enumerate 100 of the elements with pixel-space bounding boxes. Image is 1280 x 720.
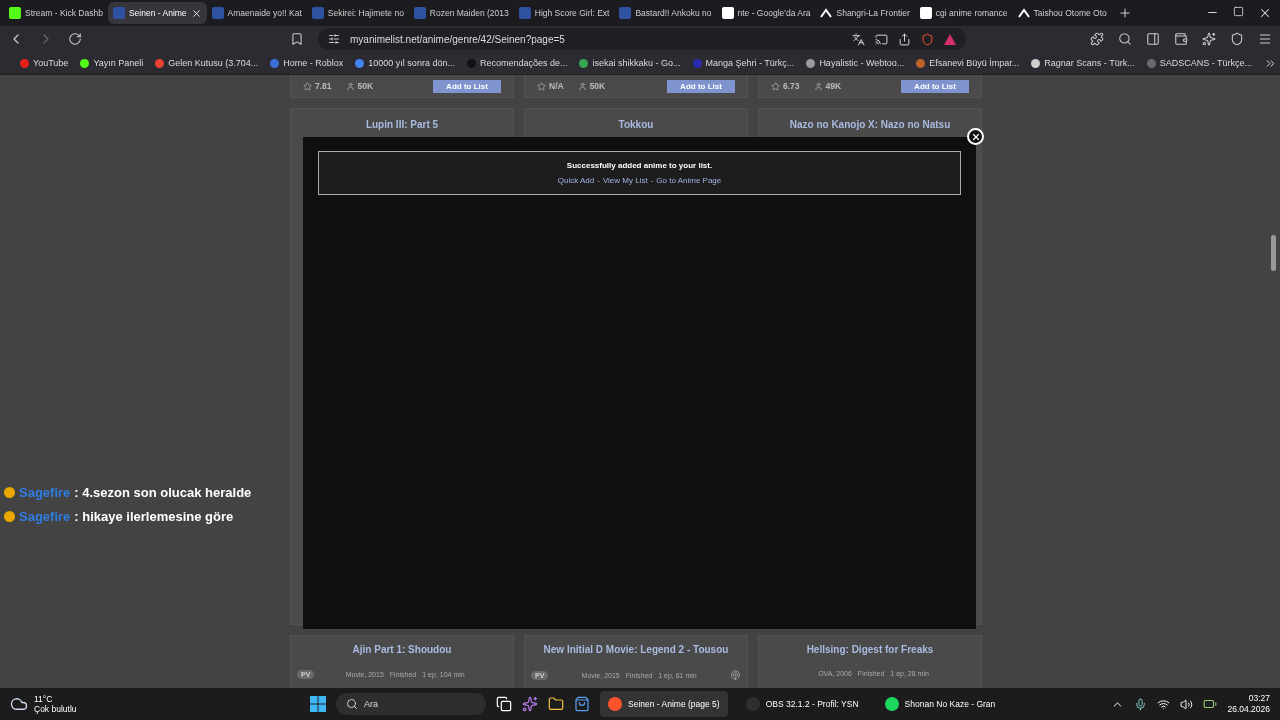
bookmark[interactable]: SADSCANS - Türkçe... (1146, 58, 1253, 68)
separator: - (650, 176, 654, 185)
modal-link[interactable]: Go to Anime Page (656, 176, 722, 185)
taskbar-app[interactable]: Seinen - Anime (page 5) (600, 691, 728, 717)
modal-link[interactable]: Quick Add (557, 176, 595, 185)
close-icon (970, 131, 981, 142)
browser-tab[interactable]: Stream - Kick Dashb (4, 2, 108, 24)
task-view-icon[interactable] (496, 696, 512, 712)
members: 50K (345, 81, 374, 91)
taskbar-app[interactable]: OBS 32.1.2 - Profil: YSN (737, 691, 867, 717)
chat-message: Sagefire : hikaye ilerlemesine göre (4, 509, 290, 524)
copilot-icon[interactable] (522, 696, 538, 712)
separator: - (597, 176, 600, 185)
app-icon (608, 697, 622, 711)
sparkles-icon[interactable] (1202, 32, 1216, 46)
weather-text: Çok bulutlu (34, 704, 77, 715)
translate-icon[interactable] (852, 32, 865, 46)
close-icon[interactable] (190, 7, 202, 19)
cast-icon[interactable] (875, 32, 888, 46)
scrollbar-thumb[interactable] (1271, 235, 1276, 271)
browser-tab[interactable]: Bastard!! Ankoku no (614, 2, 717, 24)
bookmark[interactable]: Yayın Paneli (80, 58, 144, 68)
star-icon (771, 81, 780, 91)
close-icon[interactable] (1258, 6, 1272, 20)
bookmark[interactable]: YouTube (20, 58, 69, 68)
bookmark[interactable]: Home - Roblox (270, 58, 344, 68)
site-icon (1017, 7, 1030, 19)
bookmark[interactable]: Recomendações de... (466, 58, 568, 68)
store-icon[interactable] (574, 696, 590, 712)
bookmark[interactable]: Ragnar Scans - Türk... (1031, 58, 1135, 68)
browser-tab[interactable]: Amaenaide yo!! Kat (206, 2, 307, 24)
site-icon (619, 7, 632, 19)
site-icon (721, 7, 734, 19)
bookmark[interactable]: Efsanevi Büyü İmpar... (916, 58, 1020, 68)
broadcast-icon (730, 670, 741, 681)
bookmark[interactable]: Manga Şehri - Türkç... (692, 58, 795, 68)
extensions-icon[interactable] (1090, 32, 1104, 46)
battery-icon[interactable] (1203, 697, 1218, 711)
maximize-icon[interactable] (1233, 6, 1244, 17)
members: 50K (577, 81, 606, 91)
browser-tab[interactable]: nte - Google'da Ara (716, 2, 816, 24)
site-icon (518, 7, 531, 19)
shield-icon[interactable] (1230, 32, 1244, 46)
browser-tab[interactable]: High Score Girl: Ext (513, 2, 615, 24)
bookmark-icon[interactable] (290, 32, 304, 46)
star-icon (537, 81, 546, 91)
clock[interactable]: 03:27 26.04.2026 (1227, 692, 1270, 716)
score: 7.81 (303, 81, 332, 91)
user-icon (577, 81, 587, 91)
members: 49K (813, 81, 842, 91)
search-field[interactable]: Ara (336, 693, 486, 715)
taskbar-app[interactable]: Shonan No Kaze - Gran (876, 691, 1004, 717)
address-bar[interactable]: myanimelist.net/anime/genre/42/Seinen?page=5 (318, 28, 966, 50)
browser-tab[interactable]: Shangri-La Frontier (815, 2, 915, 24)
anime-title[interactable]: Hellsing: Digest for Freaks (770, 644, 970, 655)
site-icon (413, 7, 426, 19)
folder-icon[interactable] (548, 696, 564, 712)
shield-icon[interactable] (921, 32, 934, 46)
search-icon[interactable] (1118, 32, 1132, 46)
search-icon (346, 698, 358, 710)
user-icon (813, 81, 823, 91)
browser-tab[interactable]: Taishou Otome Oto (1012, 2, 1112, 24)
score: N/A (537, 81, 564, 91)
bookmark[interactable]: Gelen Kutusu (3.704... (155, 58, 259, 68)
sidebar-icon[interactable] (1146, 32, 1160, 46)
chat-message: Sagefire : 4.sezon son olucak heralde (4, 485, 290, 500)
bookmark[interactable]: Hayalistic - Webtoo... (806, 58, 905, 68)
reload-icon[interactable] (68, 32, 82, 46)
start-icon[interactable] (310, 696, 326, 712)
share-icon[interactable] (898, 32, 911, 46)
browser-tab[interactable]: Rozen Maiden (2013 (408, 2, 514, 24)
new-tab-icon[interactable] (1117, 6, 1132, 20)
settings-icon (328, 33, 340, 45)
site-icon (211, 7, 224, 19)
browser-tab[interactable]: cgi anime romance (914, 2, 1013, 24)
volume-icon[interactable] (1180, 697, 1194, 711)
cloud-icon (10, 695, 28, 713)
user-icon (345, 81, 355, 91)
anime-title[interactable]: New Initial D Movie: Legend 2 - Tousou (536, 644, 736, 655)
browser-tab[interactable]: Sekirei: Hajimete no (306, 2, 409, 24)
site-icon (919, 7, 932, 19)
triangle-icon[interactable] (944, 33, 956, 45)
modal-link[interactable]: View My List (602, 176, 648, 185)
browser-tab[interactable]: Seinen - Anime (107, 2, 207, 24)
menu-icon[interactable] (1258, 32, 1272, 46)
wifi-icon[interactable] (1157, 697, 1171, 711)
temperature: 11°C (34, 693, 54, 704)
anime-title[interactable]: Ajin Part 1: Shoudou (302, 644, 502, 655)
bookmark[interactable]: 10000 yıl sonra dön... (355, 58, 455, 68)
bookmark[interactable]: isekai shikkaku - Go... (579, 58, 681, 68)
app-icon (884, 697, 899, 711)
site-icon (9, 7, 21, 19)
score: 6.73 (771, 81, 800, 91)
wallet-icon[interactable] (1174, 32, 1188, 46)
site-icon (112, 7, 125, 19)
site-icon (311, 7, 324, 19)
microphone-icon[interactable] (1134, 697, 1148, 711)
success-message: Successfully added anime to your list. (566, 161, 713, 170)
site-icon (820, 7, 833, 19)
star-icon (303, 81, 312, 91)
